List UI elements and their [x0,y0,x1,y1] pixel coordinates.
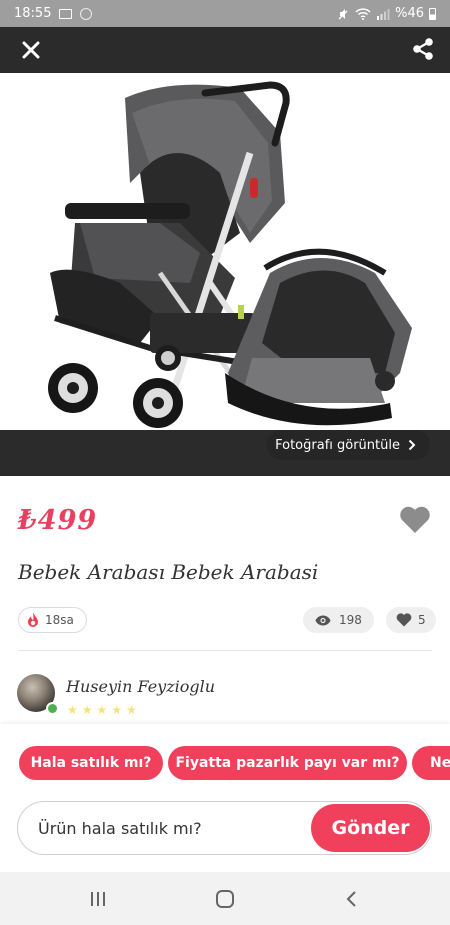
message-text: Ürün hala satılık mı? [38,819,202,838]
view-photo-label: Fotoğrafı görüntüle [275,437,400,453]
mute-icon [338,8,348,19]
send-button[interactable]: Gönder [311,804,430,852]
wifi-icon [355,7,371,20]
photo-footer: Fotoğrafı görüntüle [0,430,450,476]
close-button[interactable] [18,37,44,63]
seller-rating: ★ ★ ★ ★ ★ [67,703,137,717]
back-button[interactable] [338,886,364,912]
star-icon: ★ [111,703,123,717]
favorite-button[interactable] [399,506,431,534]
share-button[interactable] [410,36,436,62]
listing-title: Bebek Arabası Bebek Arabasi [18,560,319,584]
price: ₺499 [18,505,98,536]
gallery-icon [59,8,73,19]
home-button[interactable] [212,886,238,912]
divider [18,650,432,651]
signal-icon [377,8,390,20]
views-badge: 198 [303,607,374,633]
likes-count: 5 [418,613,426,627]
top-app-bar [0,27,450,73]
star-icon: ★ [67,703,78,717]
verified-badge-icon [46,702,59,715]
chevron-right-icon [408,439,416,451]
recent-apps-icon [91,892,105,906]
system-nav-bar [0,872,450,925]
posted-time-badge: 18sa [18,607,87,633]
back-icon [346,891,356,907]
heart-icon [396,613,412,627]
quick-reply-button[interactable]: Ne [412,746,450,780]
likes-badge: 5 [386,607,436,633]
close-icon [22,41,40,59]
battery-level: %46 [395,6,424,21]
star-icon: ★ [96,703,108,717]
star-icon: ★ [126,703,137,717]
star-icon: ★ [81,703,93,717]
view-photo-button[interactable]: Fotoğrafı görüntüle [267,430,430,460]
eye-icon [315,615,331,625]
product-photo[interactable] [0,73,450,430]
views-count: 198 [339,613,362,627]
share-icon [413,38,433,60]
flame-icon [28,612,38,627]
status-bar: 18:55 %46 [0,0,450,27]
heart-icon [400,506,430,533]
seller-name[interactable]: Huseyin Feyzioglu [66,677,215,696]
status-time: 18:55 [14,6,52,21]
quick-reply-button[interactable]: Fiyatta pazarlık payı var mı? [168,746,407,780]
home-icon [216,890,234,908]
stroller-image [48,81,412,428]
recent-apps-button[interactable] [85,886,111,912]
sync-icon [80,7,93,20]
posted-time: 18sa [45,613,74,627]
quick-reply-button[interactable]: Hala satılık mı? [19,746,163,780]
battery-icon [429,7,436,20]
